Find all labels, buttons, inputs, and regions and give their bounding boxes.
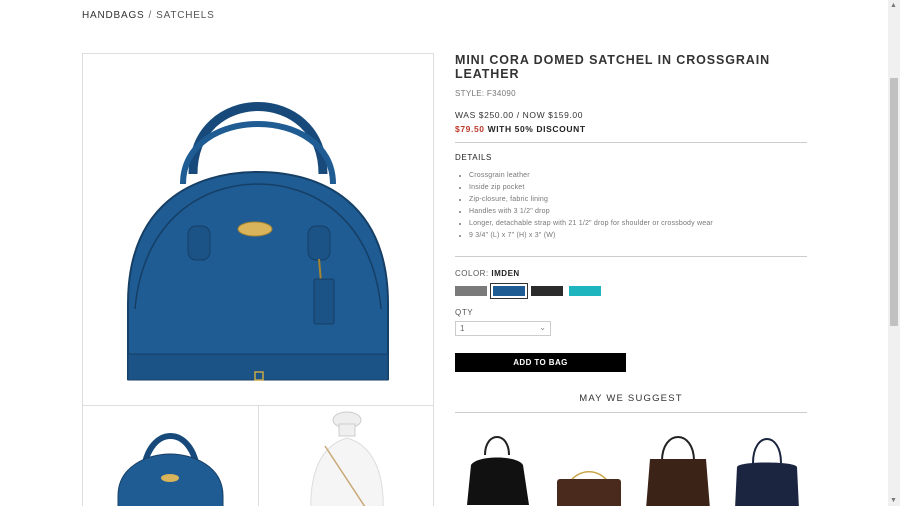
color-label: COLOR: <box>455 269 489 278</box>
navy-bag-image <box>735 438 799 506</box>
breadcrumb-handbags[interactable]: HANDBAGS <box>82 10 145 21</box>
details-item: Inside zip pocket <box>469 182 807 194</box>
details-item: Handles with 3 1/2" drop <box>469 206 807 218</box>
discount-price: $79.50 WITH 50% DISCOUNT <box>455 124 807 134</box>
color-swatches <box>455 283 807 299</box>
thumbnail-mannequin[interactable] <box>258 405 434 506</box>
color-row: COLOR: IMDEN <box>455 269 807 278</box>
product-title: MINI CORA DOMED SATCHEL IN CROSSGRAIN LE… <box>455 53 771 81</box>
details-heading: DETAILS <box>455 153 492 162</box>
discount-price-value: $79.50 <box>455 124 485 134</box>
suggestion-item[interactable] <box>549 423 629 506</box>
style-number: STYLE: F34090 <box>455 89 516 98</box>
price-was-now: WAS $250.00 / NOW $159.00 <box>455 110 584 120</box>
thumbnail-front[interactable] <box>82 405 259 506</box>
color-value: IMDEN <box>491 269 520 278</box>
breadcrumb-satchels[interactable]: SATCHELS <box>156 10 214 21</box>
divider <box>455 142 807 143</box>
swatch-black[interactable] <box>531 286 563 296</box>
divider <box>455 256 807 257</box>
suggestion-item[interactable] <box>638 423 718 506</box>
product-page: HANDBAGS / SATCHELS MINI CORA DOMED SATC… <box>0 0 888 506</box>
breadcrumb: HANDBAGS / SATCHELS <box>82 10 215 21</box>
breadcrumb-separator: / <box>148 10 153 21</box>
qty-select[interactable]: 1 ⌄ <box>455 321 551 336</box>
chevron-down-icon: ⌄ <box>539 323 546 332</box>
mannequin-thumbnail-image <box>310 411 384 506</box>
suggestion-item[interactable] <box>457 423 537 506</box>
details-item: 9 3/4" (L) x 7" (H) x 3" (W) <box>469 230 807 242</box>
divider <box>455 412 807 413</box>
scroll-down-icon[interactable]: ▼ <box>890 497 897 504</box>
details-section: DETAILS Crossgrain leather Inside zip po… <box>455 153 807 242</box>
swatch-grey[interactable] <box>455 286 487 296</box>
discount-text: WITH 50% DISCOUNT <box>487 124 586 134</box>
main-product-image[interactable] <box>82 53 434 406</box>
satchel-thumbnail-image <box>117 433 224 506</box>
suggestion-item[interactable] <box>727 423 807 506</box>
satchel-image <box>127 102 389 381</box>
black-bag-image <box>467 436 529 505</box>
product-info: MINI CORA DOMED SATCHEL IN CROSSGRAIN LE… <box>455 53 807 506</box>
details-item: Zip-closure, fabric lining <box>469 194 807 206</box>
brown-clutch-image <box>557 471 621 506</box>
details-item: Crossgrain leather <box>469 170 807 182</box>
scrollbar[interactable]: ▲ ▼ <box>888 0 900 506</box>
details-list: Crossgrain leather Inside zip pocket Zip… <box>455 170 807 242</box>
qty-value: 1 <box>460 324 465 333</box>
details-item: Longer, detachable strap with 21 1/2" dr… <box>469 218 807 230</box>
swatch-turquoise[interactable] <box>569 286 601 296</box>
brown-tote-image <box>646 436 710 506</box>
scrollbar-thumb[interactable] <box>890 78 898 326</box>
add-to-bag-button[interactable]: ADD TO BAG <box>455 353 626 372</box>
suggest-heading: MAY WE SUGGEST <box>579 393 683 404</box>
suggestions <box>455 423 807 506</box>
qty-label: QTY <box>455 308 474 317</box>
swatch-imden[interactable] <box>490 283 528 299</box>
scroll-up-icon[interactable]: ▲ <box>890 2 897 9</box>
